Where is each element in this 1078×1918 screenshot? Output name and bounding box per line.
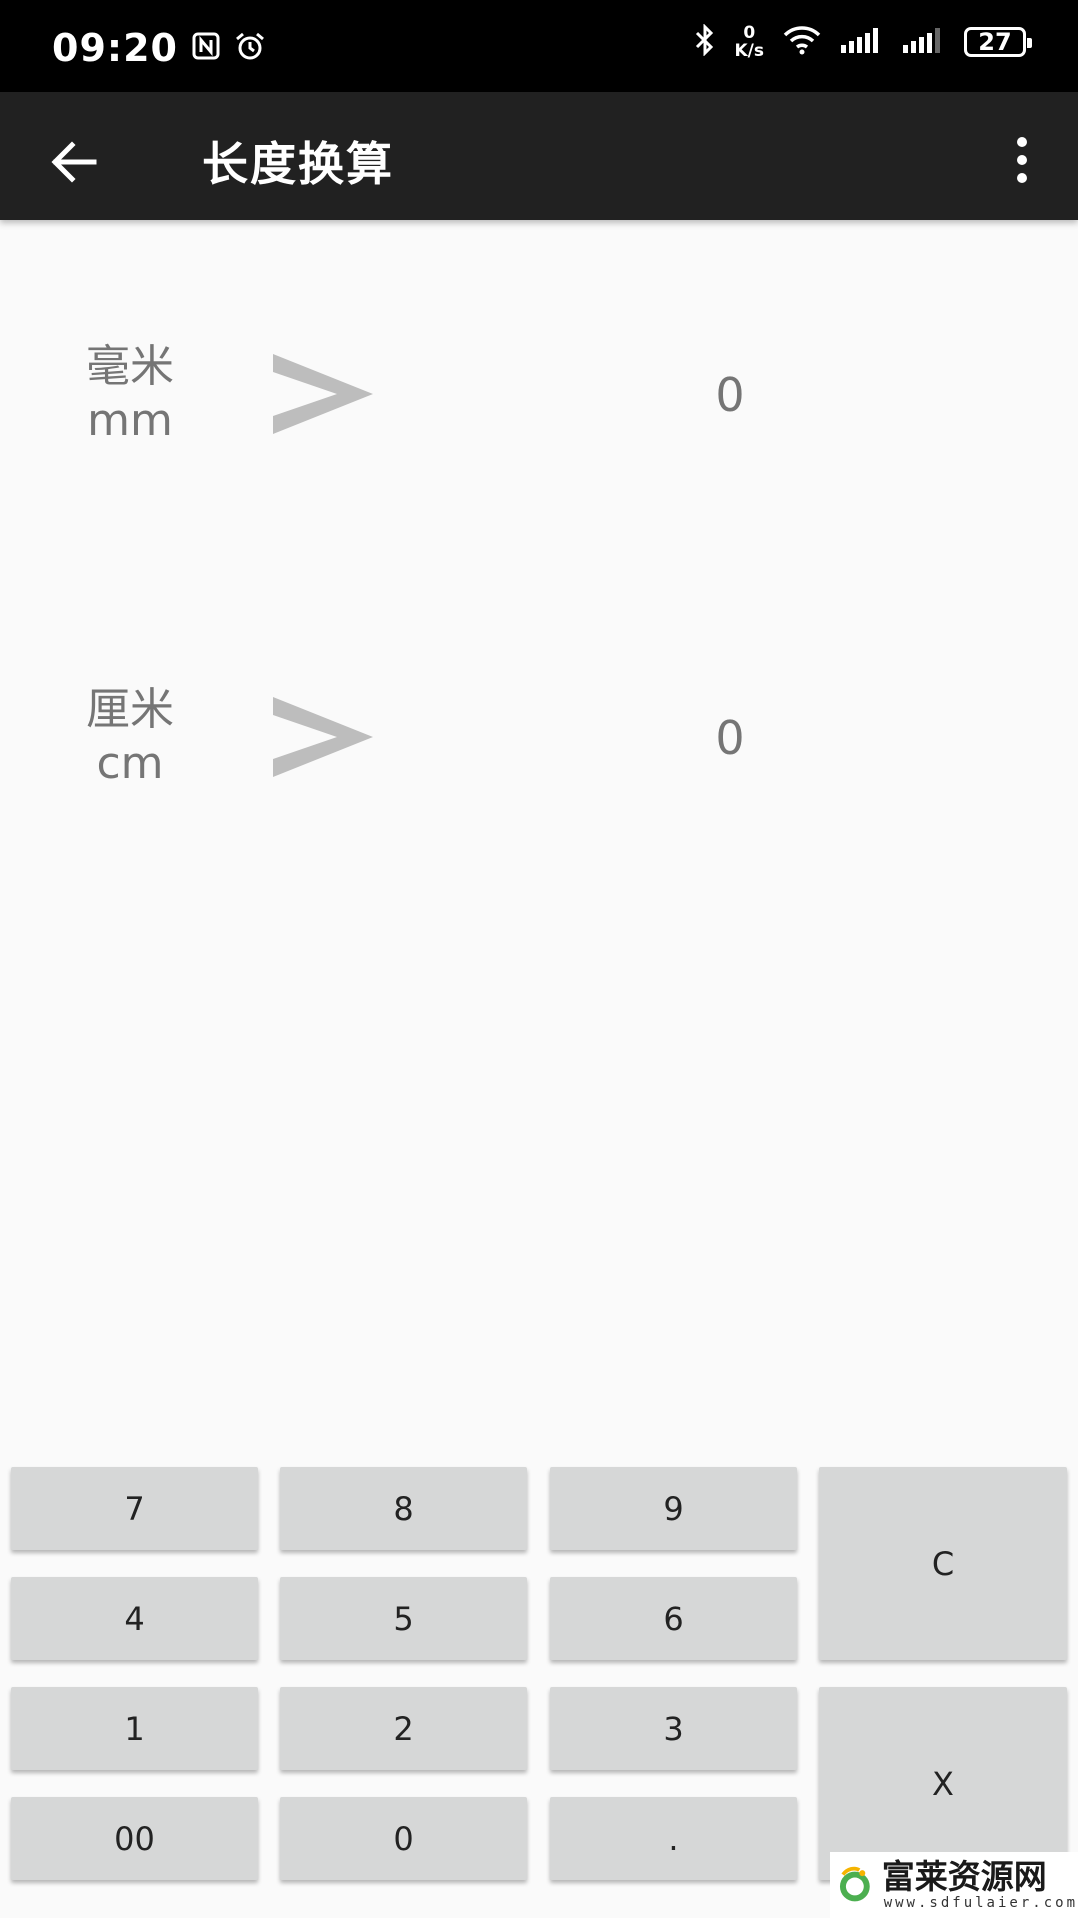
key-5[interactable]: 5 [280,1577,527,1660]
clear-button[interactable]: C [819,1467,1067,1660]
key-00[interactable]: 00 [11,1797,258,1880]
watermark-name: 富莱资源网 [881,1857,1047,1896]
key-4[interactable]: 4 [11,1577,258,1660]
back-button[interactable] [44,132,104,192]
mm-value: 0 [715,368,745,422]
key-decimal-point[interactable]: . [550,1797,797,1880]
arrow-right-icon [273,697,373,777]
app-bar: 长度换算 [0,92,1078,220]
logo-icon [839,1866,870,1902]
more-options-button[interactable] [994,130,1050,190]
key-3[interactable]: 3 [550,1687,797,1770]
status-bar-right: 0 K/s 27 [694,23,1032,60]
network-speed: 0 K/s [734,24,764,60]
unit-label: 厘米 cm [60,683,200,791]
unit-name: 厘米 [86,684,174,735]
status-bar-left: 09:20 [52,26,266,70]
network-speed-value: 0 [743,23,756,43]
unit-name: 毫米 [86,341,174,392]
battery-icon: 27 [964,27,1032,57]
unit-abbr: mm [87,395,173,446]
network-speed-unit: K/s [734,41,764,61]
signal-icon [840,27,884,57]
bluetooth-icon [694,23,716,60]
signal-icon [902,27,946,57]
key-7[interactable]: 7 [11,1467,258,1550]
watermark-url: www.sdfulaier.com [883,1895,1078,1911]
key-8[interactable]: 8 [280,1467,527,1550]
unit-label: 毫米 mm [60,340,200,448]
key-9[interactable]: 9 [550,1467,797,1550]
key-6[interactable]: 6 [550,1577,797,1660]
conversion-row-cm[interactable]: 厘米 cm 0 [0,683,1078,823]
more-vert-icon [1017,137,1027,183]
nfc-icon [192,32,220,64]
cm-value: 0 [715,711,745,765]
watermark: 富莱资源网 www.sdfulaier.com [830,1852,1078,1918]
arrow-right-icon [273,354,373,434]
status-bar: 09:20 0 K/s 27 [0,0,1078,92]
battery-level: 27 [978,28,1012,56]
unit-abbr: cm [96,738,164,789]
key-0[interactable]: 0 [280,1797,527,1880]
key-2[interactable]: 2 [280,1687,527,1770]
key-1[interactable]: 1 [11,1687,258,1770]
page-title: 长度换算 [202,137,394,191]
alarm-icon [234,31,266,65]
clock-time: 09:20 [52,26,178,70]
conversion-row-mm[interactable]: 毫米 mm 0 [0,340,1078,480]
back-arrow-icon [51,141,97,183]
wifi-icon [782,25,822,59]
